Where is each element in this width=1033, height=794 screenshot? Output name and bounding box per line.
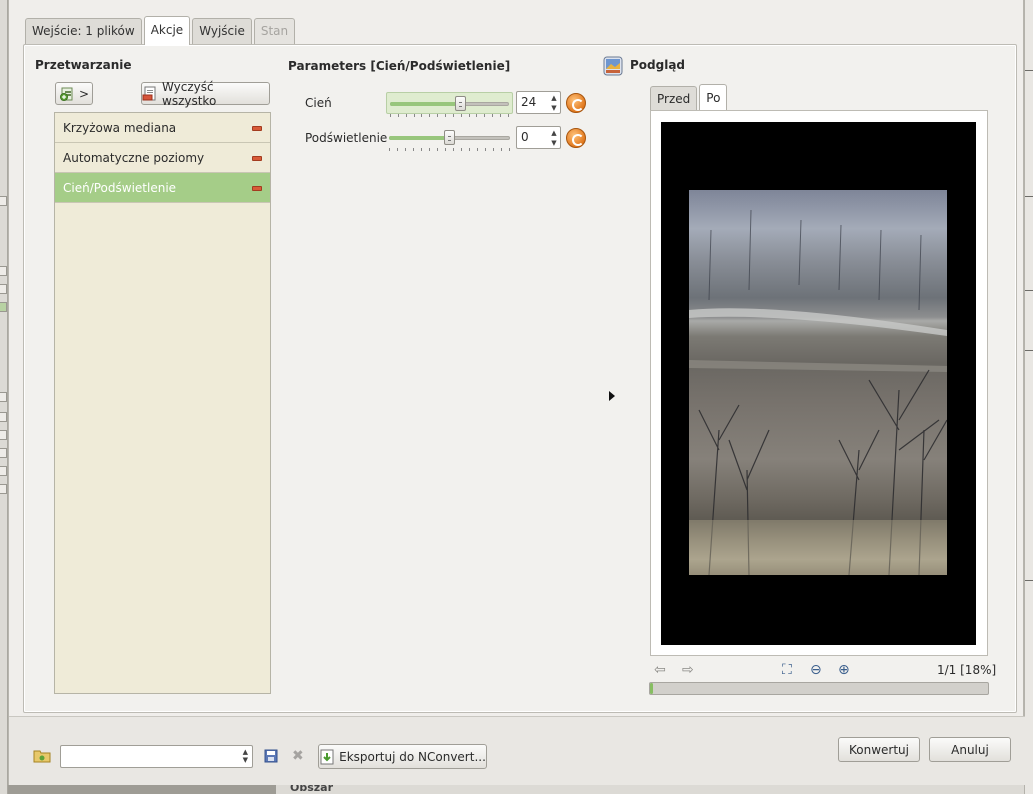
remove-icon[interactable] (252, 186, 262, 191)
highlight-value: 0 (521, 130, 529, 144)
list-item[interactable]: Cień/Podświetlenie (55, 173, 270, 203)
highlight-slider[interactable] (386, 127, 513, 152)
cancel-button[interactable]: Anuluj (929, 737, 1011, 762)
background-window-bottom: Obszar (8, 781, 1024, 794)
clear-all-icon (142, 86, 158, 102)
preset-combo[interactable]: ▲ ▼ (60, 745, 253, 768)
clear-all-label: Wyczyść wszystko (162, 79, 217, 108)
tab-actions[interactable]: Akcje (143, 16, 191, 45)
background-tick (1025, 350, 1033, 351)
action-label: Automatyczne poziomy (63, 151, 205, 165)
preview-icon (603, 56, 623, 76)
actions-list: Krzyżowa mediana Automatyczne poziomy Ci… (54, 112, 271, 694)
add-action-button[interactable]: > (55, 82, 93, 105)
background-band (8, 785, 276, 794)
slider-fill (390, 102, 460, 106)
nconvert-dialog: Wejście: 1 plików Akcje Wyjście Stan Prz… (8, 0, 1025, 785)
export-icon (319, 749, 335, 765)
open-folder-icon[interactable] (33, 748, 51, 764)
progress-bar (649, 682, 989, 695)
background-nub (0, 412, 7, 422)
remove-icon[interactable] (252, 156, 262, 161)
preview-tabs: Przed Po (650, 84, 729, 112)
convert-button[interactable]: Konwertuj (838, 737, 920, 762)
background-nub (0, 392, 7, 402)
parameters-title: Parameters [Cień/Podświetlenie] (288, 59, 511, 73)
zoom-in-icon[interactable]: ⊕ (838, 662, 850, 678)
shadow-label: Cień (305, 96, 332, 110)
highlight-spinbox[interactable]: 0 ▲ ▼ (516, 126, 561, 149)
export-nconvert-button[interactable]: Eksportuj do NConvert... (318, 744, 487, 769)
progress-fill (650, 683, 654, 694)
list-item[interactable]: Krzyżowa mediana (55, 113, 270, 143)
processing-title: Przetwarzanie (35, 58, 132, 72)
list-item[interactable]: Automatyczne poziomy (55, 143, 270, 173)
shadow-slider[interactable] (386, 92, 513, 117)
spin-down-icon[interactable]: ▼ (550, 104, 558, 112)
spin-up-icon[interactable]: ▲ (550, 94, 558, 102)
export-label: Eksportuj do NConvert... (339, 749, 486, 764)
main-tabs: Wejście: 1 plików Akcje Wyjście Stan (25, 16, 297, 45)
slider-knob[interactable] (454, 96, 466, 111)
background-tick (1025, 290, 1033, 291)
slider-ticks (390, 114, 509, 118)
spin-up-icon[interactable]: ▲ (550, 129, 558, 137)
background-nub (0, 266, 7, 276)
tab-output[interactable]: Wyjście (192, 18, 252, 44)
save-icon[interactable] (263, 748, 279, 764)
tab-input[interactable]: Wejście: 1 plików (25, 18, 142, 44)
highlight-reset-button[interactable] (566, 128, 586, 148)
add-action-icon (59, 86, 75, 102)
arrow-left-icon[interactable]: ⇦ (654, 662, 666, 678)
background-tick (1025, 580, 1033, 581)
arrow-right-icon[interactable]: ⇨ (682, 662, 694, 678)
action-label: Krzyżowa mediana (63, 121, 177, 135)
background-window-right-edge (1024, 0, 1033, 794)
background-nub (0, 302, 7, 312)
background-window-left-edge (0, 0, 8, 794)
zoom-info: 1/1 [18%] (937, 663, 997, 677)
preview-image (689, 190, 947, 575)
add-action-label: > (78, 86, 90, 101)
background-nub (0, 196, 7, 206)
tab-before[interactable]: Przed (650, 86, 698, 112)
tab-status: Stan (253, 18, 296, 44)
background-nub (0, 466, 7, 476)
slider-fill (389, 136, 449, 140)
shadow-reset-button[interactable] (566, 93, 586, 113)
highlight-label: Podświetlenie (305, 131, 388, 145)
expand-arrow-icon[interactable] (609, 391, 615, 401)
tab-after[interactable]: Po (699, 84, 728, 112)
clear-all-button[interactable]: Wyczyść wszystko (141, 79, 270, 108)
chevron-down-icon: ▲ ▼ (242, 748, 248, 764)
shadow-value: 24 (521, 95, 537, 109)
background-nub (0, 284, 7, 294)
background-tick (1025, 196, 1033, 197)
slider-knob[interactable] (444, 130, 455, 145)
fit-screen-icon[interactable]: ⛶ (782, 662, 792, 678)
background-tick (1025, 70, 1033, 71)
background-nub (0, 484, 7, 494)
zoom-out-icon[interactable]: ⊖ (810, 662, 822, 678)
background-nub (0, 448, 7, 458)
background-nub (0, 430, 7, 440)
delete-icon: ✖ (292, 748, 304, 764)
preview-title: Podgląd (630, 58, 686, 72)
remove-icon[interactable] (252, 126, 262, 131)
slider-ticks (389, 148, 510, 152)
shadow-spinbox[interactable]: 24 ▲ ▼ (516, 91, 561, 114)
action-label: Cień/Podświetlenie (63, 181, 177, 195)
spin-down-icon[interactable]: ▼ (550, 139, 558, 147)
